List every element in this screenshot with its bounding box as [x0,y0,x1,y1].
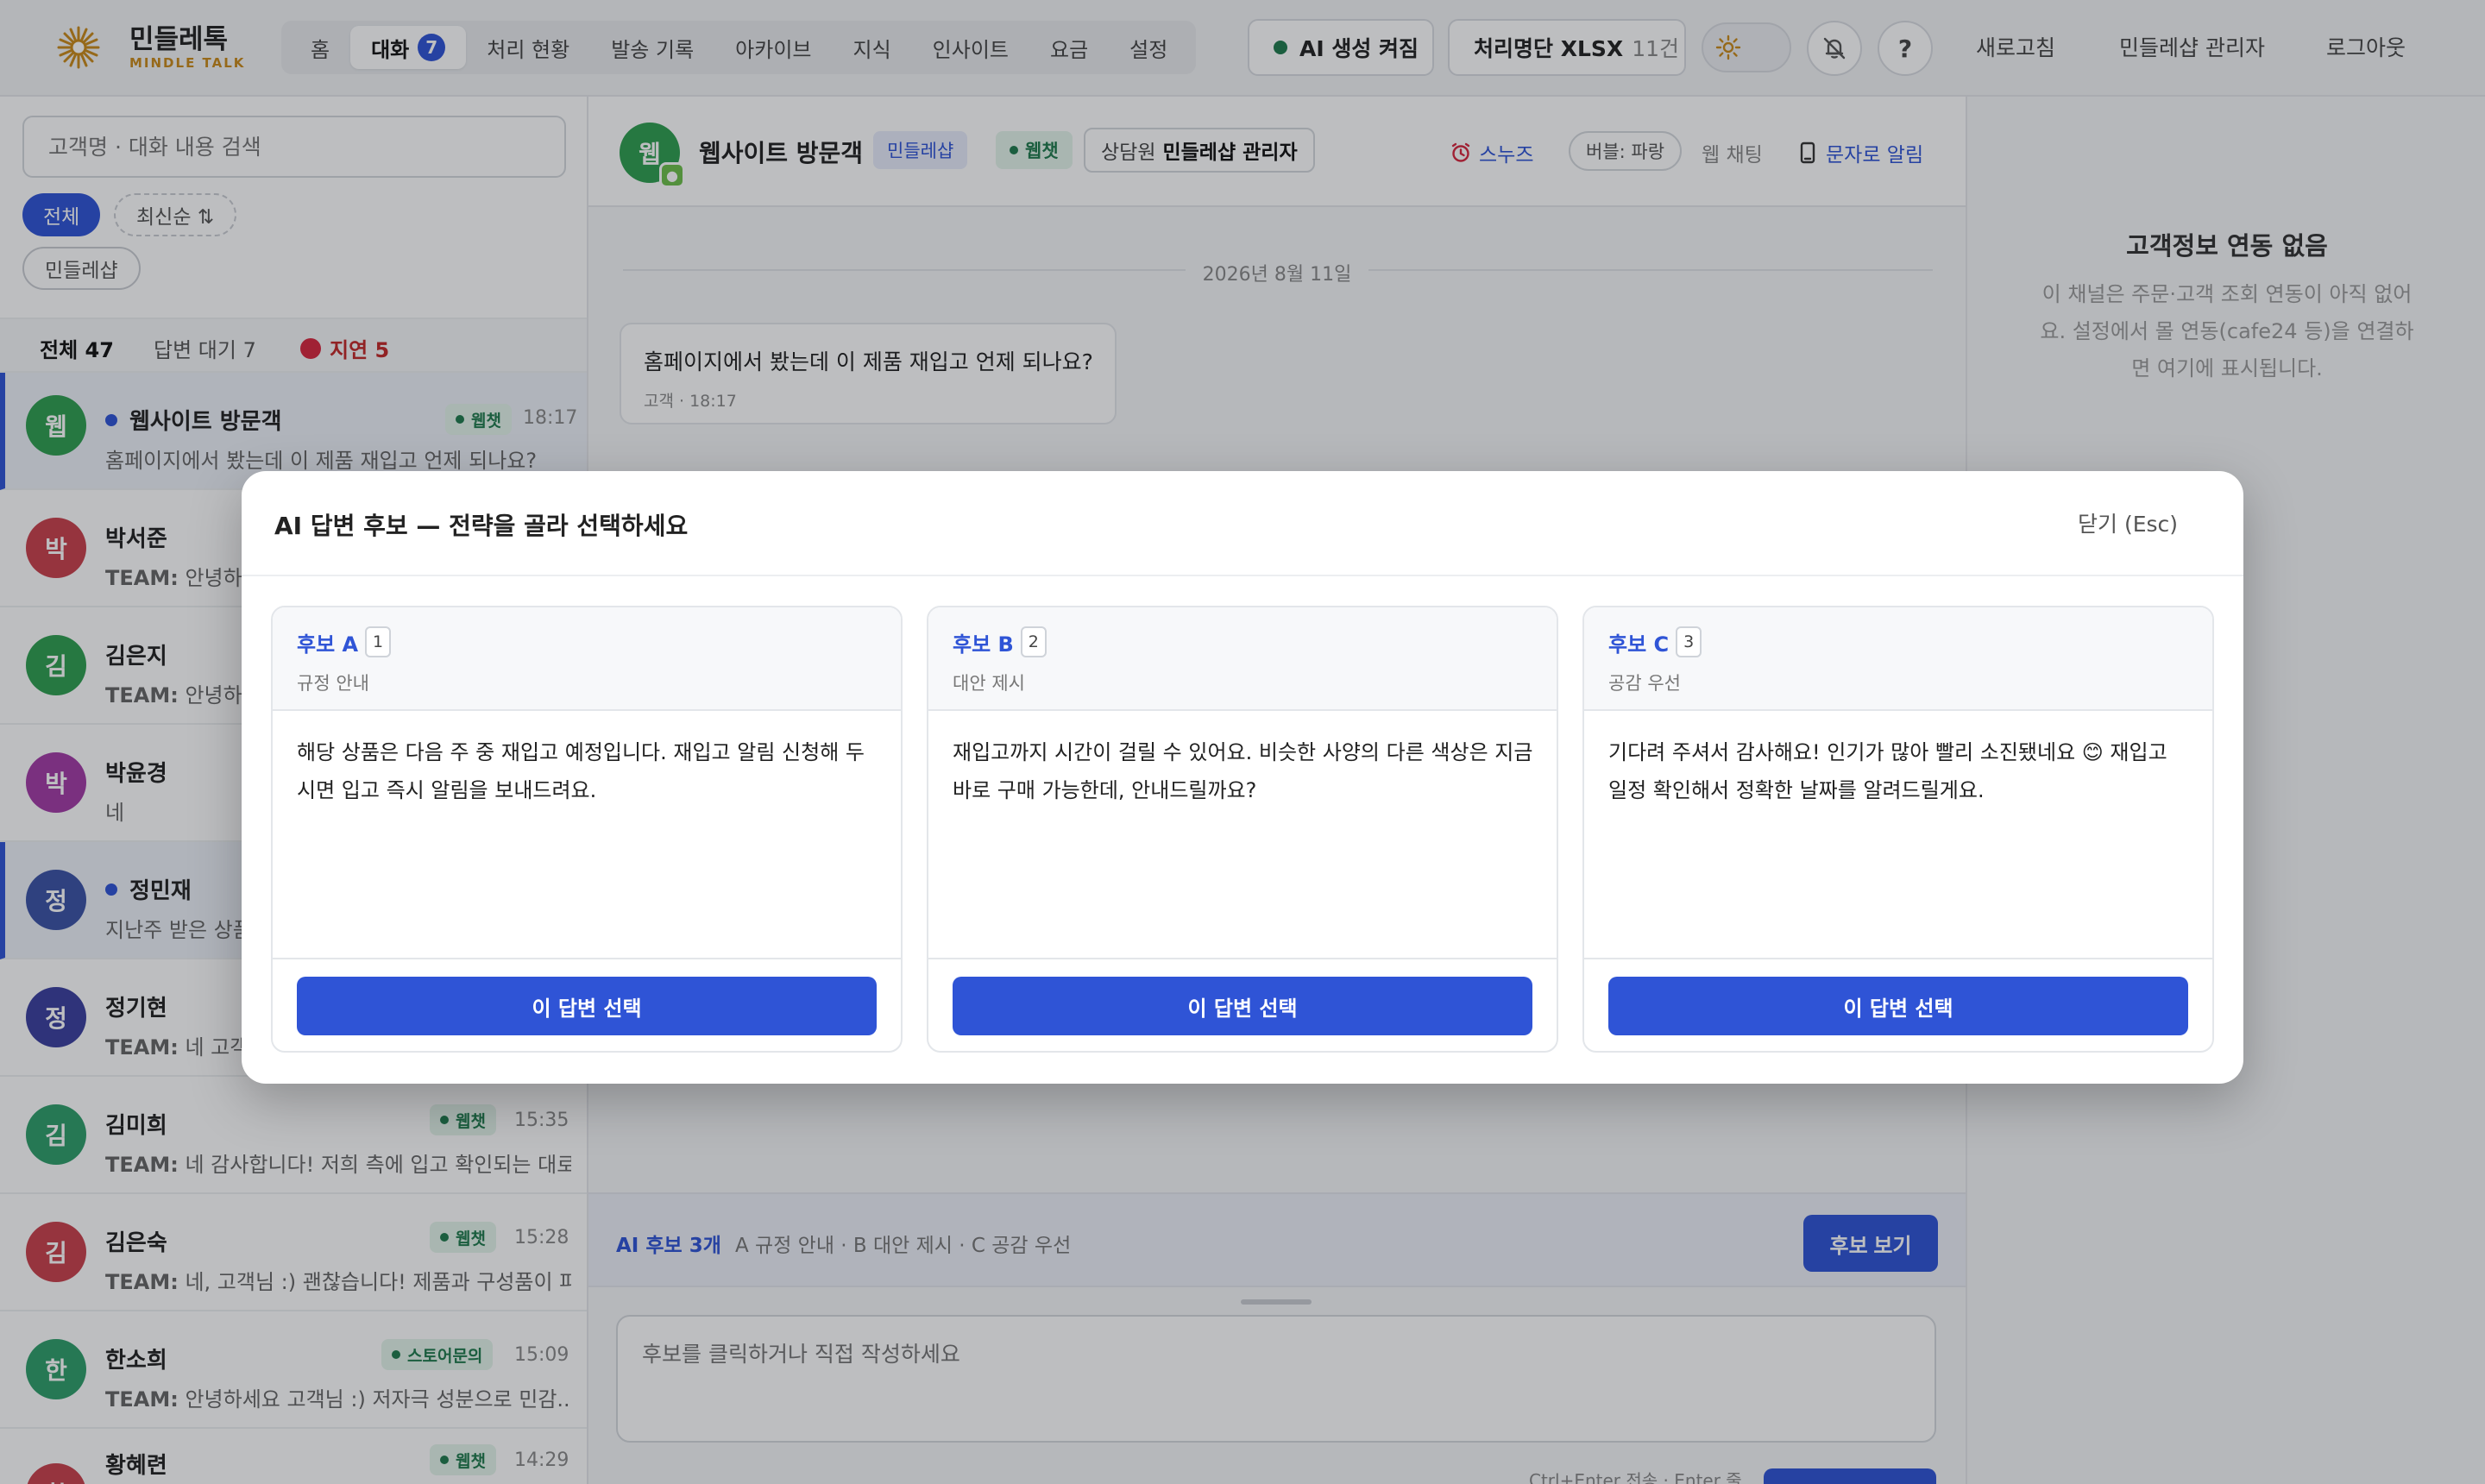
card-divider [273,958,901,959]
modal-title: AI 답변 후보 — 전략을 골라 선택하세요 [274,512,689,540]
candidate-label: 후보 B2 [953,626,1047,657]
select-candidate-a-button[interactable]: 이 답변 선택 [297,977,877,1035]
ai-candidates-modal: AI 답변 후보 — 전략을 골라 선택하세요 닫기 (Esc) 후보 A1 규… [242,471,2243,1084]
candidate-header: 후보 B2 대안 제시 [928,607,1557,711]
shortcut-key: 1 [365,626,392,657]
candidate-card-b[interactable]: 후보 B2 대안 제시 재입고까지 시간이 걸릴 수 있어요. 비슷한 사양의 … [927,606,1558,1053]
candidate-label: 후보 A1 [297,626,392,657]
modal-close-button[interactable]: 닫기 (Esc) [2078,507,2178,538]
candidate-label-text: 후보 B [953,632,1014,657]
candidate-label-text: 후보 C [1608,632,1670,657]
candidate-label: 후보 C3 [1608,626,1702,657]
candidate-strategy: 공감 우선 [1608,673,1681,694]
candidate-card-c[interactable]: 후보 C3 공감 우선 기다려 주셔서 감사해요! 인기가 많아 빨리 소진됐네… [1582,606,2214,1053]
shortcut-key: 2 [1020,626,1047,657]
card-divider [1584,958,2212,959]
select-candidate-b-button[interactable]: 이 답변 선택 [953,977,1532,1035]
select-candidate-c-button[interactable]: 이 답변 선택 [1608,977,2188,1035]
card-divider [928,958,1557,959]
candidate-body: 재입고까지 시간이 걸릴 수 있어요. 비슷한 사양의 다른 색상은 지금 바로… [953,740,1533,802]
candidate-body: 기다려 주셔서 감사해요! 인기가 많아 빨리 소진됐네요 😊 재입고 일정 확… [1608,740,2167,802]
modal-header: AI 답변 후보 — 전략을 골라 선택하세요 닫기 (Esc) [242,471,2243,576]
candidate-body: 해당 상품은 다음 주 중 재입고 예정입니다. 재입고 알림 신청해 두시면 … [297,740,865,802]
candidate-strategy: 규정 안내 [297,673,369,694]
candidate-header: 후보 C3 공감 우선 [1584,607,2212,711]
candidate-strategy: 대안 제시 [953,673,1025,694]
shortcut-key: 3 [1676,626,1702,657]
candidate-card-a[interactable]: 후보 A1 규정 안내 해당 상품은 다음 주 중 재입고 예정입니다. 재입고… [271,606,903,1053]
candidate-header: 후보 A1 규정 안내 [273,607,901,711]
candidate-label-text: 후보 A [297,632,359,657]
